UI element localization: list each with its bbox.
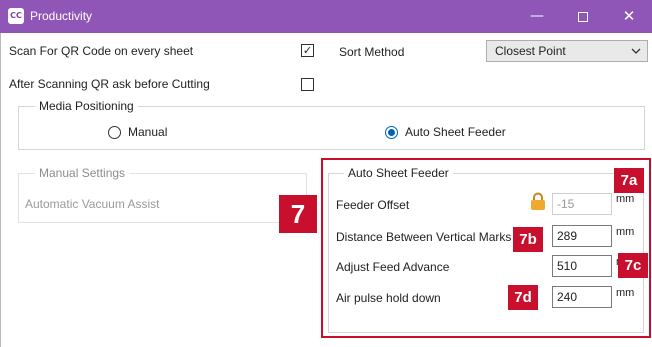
close-button[interactable]: ✕ (606, 0, 652, 33)
scan-qr-checkbox[interactable]: ✓ (301, 44, 314, 57)
window-title: Productivity (30, 9, 93, 23)
callout-7a: 7a (614, 168, 644, 193)
callout-7d: 7d (508, 285, 538, 310)
ask-before-cutting-checkbox[interactable] (301, 78, 314, 91)
window-border (0, 33, 1, 347)
minimize-button[interactable]: — (514, 0, 560, 33)
manual-settings-legend: Manual Settings (35, 166, 130, 180)
maximize-icon (578, 11, 588, 22)
sort-method-dropdown[interactable]: Closest Point (486, 40, 648, 62)
sort-method-label: Sort Method (339, 45, 405, 59)
auto-sheet-feeder-radio-label: Auto Sheet Feeder (405, 125, 506, 139)
callout-7c: 7c (618, 253, 648, 278)
scan-qr-label: Scan For QR Code on every sheet (9, 44, 194, 58)
media-positioning-legend: Media Positioning (35, 99, 138, 113)
chevron-down-icon (631, 48, 641, 54)
auto-sheet-feeder-radio[interactable] (385, 126, 398, 139)
maximize-button[interactable] (560, 0, 606, 33)
automatic-vacuum-assist-label: Automatic Vacuum Assist (25, 197, 160, 211)
sort-method-value: Closest Point (495, 44, 566, 58)
ask-before-cutting-label: After Scanning QR ask before Cutting (9, 77, 210, 91)
app-logo-icon: CC (8, 8, 24, 24)
callout-7b: 7b (513, 227, 543, 252)
manual-radio[interactable] (108, 126, 121, 139)
manual-radio-label: Manual (128, 125, 168, 139)
title-bar: CC Productivity — ✕ (0, 0, 652, 33)
callout-7: 7 (279, 195, 317, 233)
highlight-frame (321, 158, 651, 338)
